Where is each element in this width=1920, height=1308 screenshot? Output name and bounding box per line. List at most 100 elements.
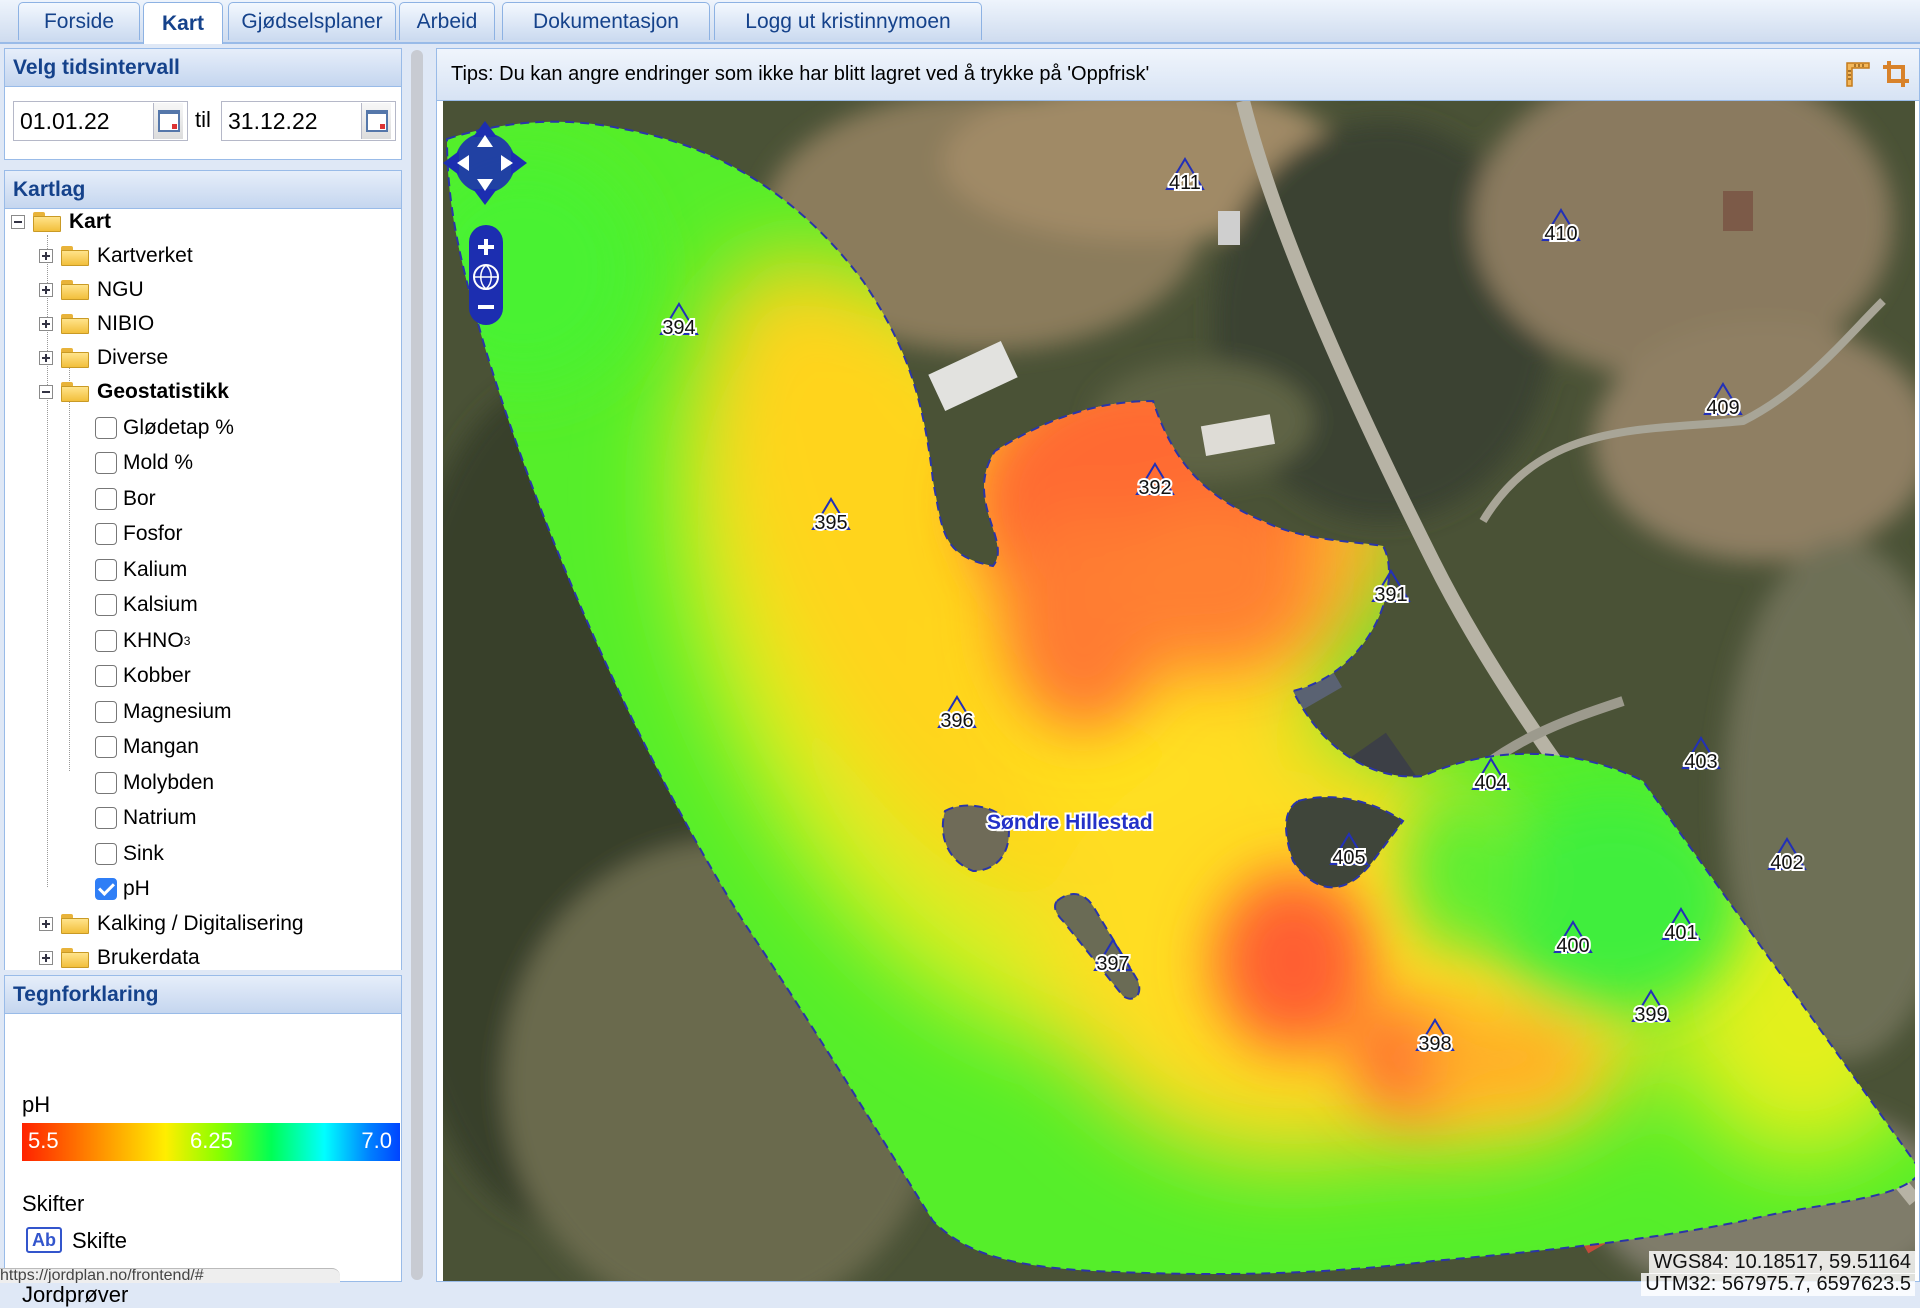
layer-glodetap[interactable]: Glødetap % (95, 413, 234, 443)
tab-kart[interactable]: Kart (143, 2, 223, 44)
tree-node-label: NGU (97, 278, 144, 301)
time-interval-title: Velg tidsintervall (5, 49, 401, 87)
field-name-label[interactable]: Søndre Hillestad (985, 809, 1155, 836)
tree-node-brukerdata[interactable]: Brukerdata (39, 943, 200, 973)
layer-magnesium[interactable]: Magnesium (95, 697, 232, 727)
expand-icon[interactable] (39, 917, 53, 931)
tree-node-label: Kartverket (97, 244, 193, 267)
layer-label: pH (123, 877, 150, 900)
scale-min-label: 5.5 (28, 1128, 59, 1153)
folder-open-icon (33, 212, 61, 232)
layer-sink[interactable]: Sink (95, 839, 164, 869)
tree-node-diverse[interactable]: Diverse (39, 343, 168, 373)
legend-ph-title: pH (22, 1092, 51, 1117)
layer-bor[interactable]: Bor (95, 484, 156, 514)
browser-status-url: https://jordplan.no/frontend/# (0, 1268, 340, 1283)
tab-label: Kart (161, 11, 204, 35)
checkbox[interactable] (95, 488, 117, 510)
layer-label: Mold % (123, 451, 194, 474)
expand-icon[interactable] (39, 249, 53, 263)
scale-max-label: 7.0 (361, 1128, 392, 1153)
sample-point-label: 398 (1418, 1033, 1451, 1055)
sample-point-label: 402 (1770, 852, 1803, 874)
layer-label: Magnesium (123, 700, 232, 723)
layer-khno3[interactable]: KHNO 3 (95, 626, 190, 656)
crop-tool-icon[interactable] (1881, 59, 1911, 89)
sample-point-label: 392 (1138, 477, 1171, 499)
layer-label: Natrium (123, 806, 197, 829)
checkbox[interactable] (95, 630, 117, 652)
date-from-calendar-icon[interactable] (153, 103, 183, 139)
checkbox[interactable] (95, 523, 117, 545)
tab-label: Arbeid (416, 9, 478, 33)
layer-label: Sink (123, 842, 164, 865)
layer-mangan[interactable]: Mangan (95, 732, 199, 762)
checkbox[interactable] (95, 772, 117, 794)
checkbox[interactable] (95, 417, 117, 439)
layer-label: Mangan (123, 735, 199, 758)
collapse-icon[interactable] (39, 385, 53, 399)
main-tab-bar: Forside Kart Gjødselsplaner Arbeid Dokum… (0, 0, 1920, 44)
tab-arbeid[interactable]: Arbeid (399, 2, 495, 40)
zoom-control[interactable] (469, 225, 503, 325)
checkbox[interactable] (95, 807, 117, 829)
tree-node-kart[interactable]: Kart (11, 207, 111, 237)
coordinate-readout-wgs84: WGS84: 10.18517, 59.51164 (1649, 1251, 1915, 1274)
tree-node-geostatistikk[interactable]: Geostatistikk (39, 377, 229, 407)
sample-point-label: 404 (1474, 772, 1507, 794)
expand-icon[interactable] (39, 283, 53, 297)
date-to-calendar-icon[interactable] (361, 103, 391, 139)
sample-point-label: 403 (1684, 751, 1717, 773)
tree-node-nibio[interactable]: NIBIO (39, 309, 154, 339)
layer-label: Kobber (123, 664, 191, 687)
tab-forside[interactable]: Forside (18, 2, 140, 40)
sample-point-label: 394 (662, 317, 695, 339)
tab-label: Forside (43, 9, 115, 33)
layer-label: Fosfor (123, 522, 183, 545)
tree-node-label: NIBIO (97, 312, 155, 335)
panel-splitter[interactable] (406, 48, 428, 1282)
expand-icon[interactable] (39, 351, 53, 365)
tab-dokumentasjon[interactable]: Dokumentasjon (502, 2, 710, 40)
tree-node-label: Geostatistikk (97, 380, 229, 403)
layer-label-subscript: 3 (183, 634, 191, 648)
layer-kalium[interactable]: Kalium (95, 555, 187, 585)
layer-molybden[interactable]: Molybden (95, 768, 214, 798)
checkbox[interactable] (95, 559, 117, 581)
layer-mold[interactable]: Mold % (95, 448, 193, 478)
layer-ph[interactable]: pH (95, 874, 150, 904)
layer-label: Kalium (123, 558, 188, 581)
layer-kalsium[interactable]: Kalsium (95, 590, 198, 620)
tree-node-label: Kalking / Digitalisering (97, 912, 304, 935)
checkbox[interactable] (95, 452, 117, 474)
checkbox[interactable] (95, 843, 117, 865)
date-range-separator: til (195, 107, 211, 132)
tree-node-kartverket[interactable]: Kartverket (39, 241, 193, 271)
tree-node-ngu[interactable]: NGU (39, 275, 144, 305)
collapse-icon[interactable] (11, 215, 25, 229)
map-canvas[interactable]: 411 410 394 409 392 395 391 403 396 404 405 402 401 4… (443, 101, 1915, 1281)
tab-label: Gjødselsplaner (241, 9, 383, 33)
layer-fosfor[interactable]: Fosfor (95, 519, 183, 549)
checkbox-checked[interactable] (95, 878, 117, 900)
checkbox[interactable] (95, 594, 117, 616)
sample-point-label: 411 (1169, 172, 1201, 194)
tree-node-kalking[interactable]: Kalking / Digitalisering (39, 909, 304, 939)
checkbox[interactable] (95, 665, 117, 687)
layer-label: Molybden (123, 771, 215, 794)
layer-label: Bor (123, 487, 156, 510)
layer-natrium[interactable]: Natrium (95, 803, 197, 833)
expand-icon[interactable] (39, 317, 53, 331)
sample-point-label: 405 (1332, 847, 1365, 869)
checkbox[interactable] (95, 736, 117, 758)
splitter-handle[interactable] (411, 50, 423, 1280)
layer-label: Kalsium (123, 593, 198, 616)
tab-logout[interactable]: Logg ut kristinnymoen (714, 2, 982, 40)
checkbox[interactable] (95, 701, 117, 723)
folder-icon (61, 314, 89, 334)
measure-tool-icon[interactable] (1843, 59, 1873, 89)
tab-gjodselsplaner[interactable]: Gjødselsplaner (228, 2, 396, 40)
layer-kobber[interactable]: Kobber (95, 661, 191, 691)
legend-skifter-title: Skifter (22, 1191, 85, 1216)
expand-icon[interactable] (39, 951, 53, 965)
